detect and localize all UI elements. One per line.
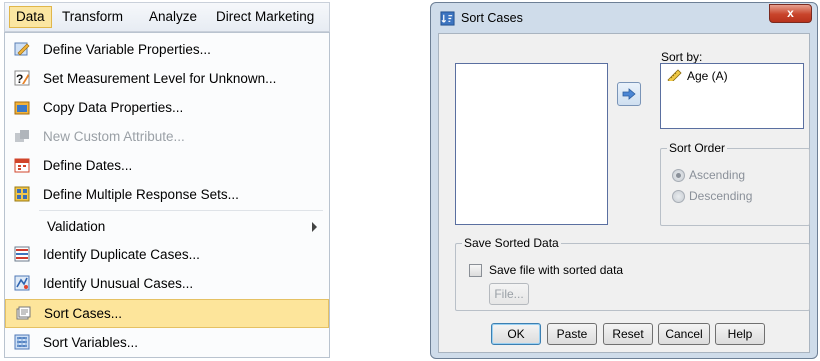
- close-icon: x: [787, 6, 794, 20]
- close-button[interactable]: x: [769, 4, 812, 23]
- save-sorted-data-group: Save Sorted Data Save file with sorted d…: [455, 236, 810, 311]
- define-variable-properties-icon: [14, 42, 30, 56]
- ascending-label: Ascending: [689, 168, 746, 182]
- file-button[interactable]: File...: [489, 283, 529, 305]
- descending-radio[interactable]: [672, 190, 685, 203]
- save-file-checkbox[interactable]: [469, 264, 482, 277]
- menu-item-define-multiple-response-sets[interactable]: Define Multiple Response Sets...: [5, 181, 329, 209]
- sort-by-label: Sort by:: [661, 50, 703, 64]
- menu-item-sort-cases[interactable]: Sort Cases...: [5, 299, 329, 328]
- ok-button[interactable]: OK: [491, 323, 541, 345]
- sort-cases-icon: [16, 306, 31, 320]
- reset-button[interactable]: Reset: [603, 323, 653, 345]
- arrow-right-icon: [622, 88, 636, 100]
- menu-item-validation[interactable]: Validation: [5, 213, 329, 241]
- dialog-title: Sort Cases: [461, 11, 523, 25]
- sort-cases-dialog: Sort Cases x Sort by: Age (A) Sort Order…: [430, 2, 818, 359]
- menu-data[interactable]: Data: [9, 6, 52, 28]
- menu-item-sort-variables[interactable]: Sort Variables...: [5, 329, 329, 357]
- menu-transform[interactable]: Transform: [62, 9, 123, 24]
- menu-item-define-variable-properties[interactable]: Define Variable Properties...: [5, 36, 329, 64]
- help-button[interactable]: Help: [715, 323, 765, 345]
- sort-order-group: Sort Order Ascending Descending: [660, 141, 810, 226]
- menu-item-identify-unusual-cases[interactable]: Identify Unusual Cases...: [5, 270, 329, 298]
- measurement-level-icon: ?: [14, 70, 30, 86]
- sort-by-list[interactable]: Age (A): [660, 63, 804, 129]
- cancel-button[interactable]: Cancel: [658, 323, 710, 345]
- menu-item-new-custom-attribute: New Custom Attribute...: [5, 123, 329, 151]
- sort-cases-app-icon: [440, 11, 455, 26]
- menu-item-identify-duplicate-cases[interactable]: Identify Duplicate Cases...: [5, 241, 329, 269]
- multiple-response-icon: [14, 186, 30, 202]
- paste-button[interactable]: Paste: [547, 323, 597, 345]
- dialog-client-area: Sort by: Age (A) Sort Order Ascending De…: [438, 33, 810, 353]
- menu-direct-marketing[interactable]: Direct Marketing: [216, 9, 314, 24]
- custom-attribute-icon: [15, 130, 29, 142]
- copy-data-properties-icon: [14, 101, 30, 115]
- menu-item-define-dates[interactable]: Define Dates...: [5, 152, 329, 180]
- menu-item-copy-data-properties[interactable]: Copy Data Properties...: [5, 94, 329, 122]
- menu-analyze[interactable]: Analyze: [149, 9, 197, 24]
- menu-bar: Data Transform Analyze Direct Marketing: [4, 2, 330, 32]
- define-dates-icon: [14, 158, 30, 173]
- dialog-titlebar[interactable]: Sort Cases x: [431, 3, 817, 33]
- duplicate-cases-icon: [14, 246, 30, 262]
- source-variable-list[interactable]: [455, 63, 608, 225]
- save-file-label: Save file with sorted data: [489, 263, 624, 277]
- menu-item-set-measurement-level[interactable]: ? Set Measurement Level for Unknown...: [5, 65, 329, 93]
- ascending-radio[interactable]: [672, 169, 685, 182]
- move-to-sort-by-button[interactable]: [617, 82, 641, 106]
- submenu-arrow-icon: [312, 222, 317, 232]
- data-menu: Define Variable Properties... ? Set Meas…: [4, 32, 330, 358]
- scale-variable-icon: [667, 69, 682, 81]
- save-sorted-data-label: Save Sorted Data: [462, 236, 561, 250]
- menu-separator: [39, 210, 323, 211]
- unusual-cases-icon: [14, 275, 30, 291]
- sort-variables-icon: [14, 334, 30, 350]
- sort-order-label: Sort Order: [667, 141, 728, 155]
- descending-label: Descending: [689, 189, 753, 203]
